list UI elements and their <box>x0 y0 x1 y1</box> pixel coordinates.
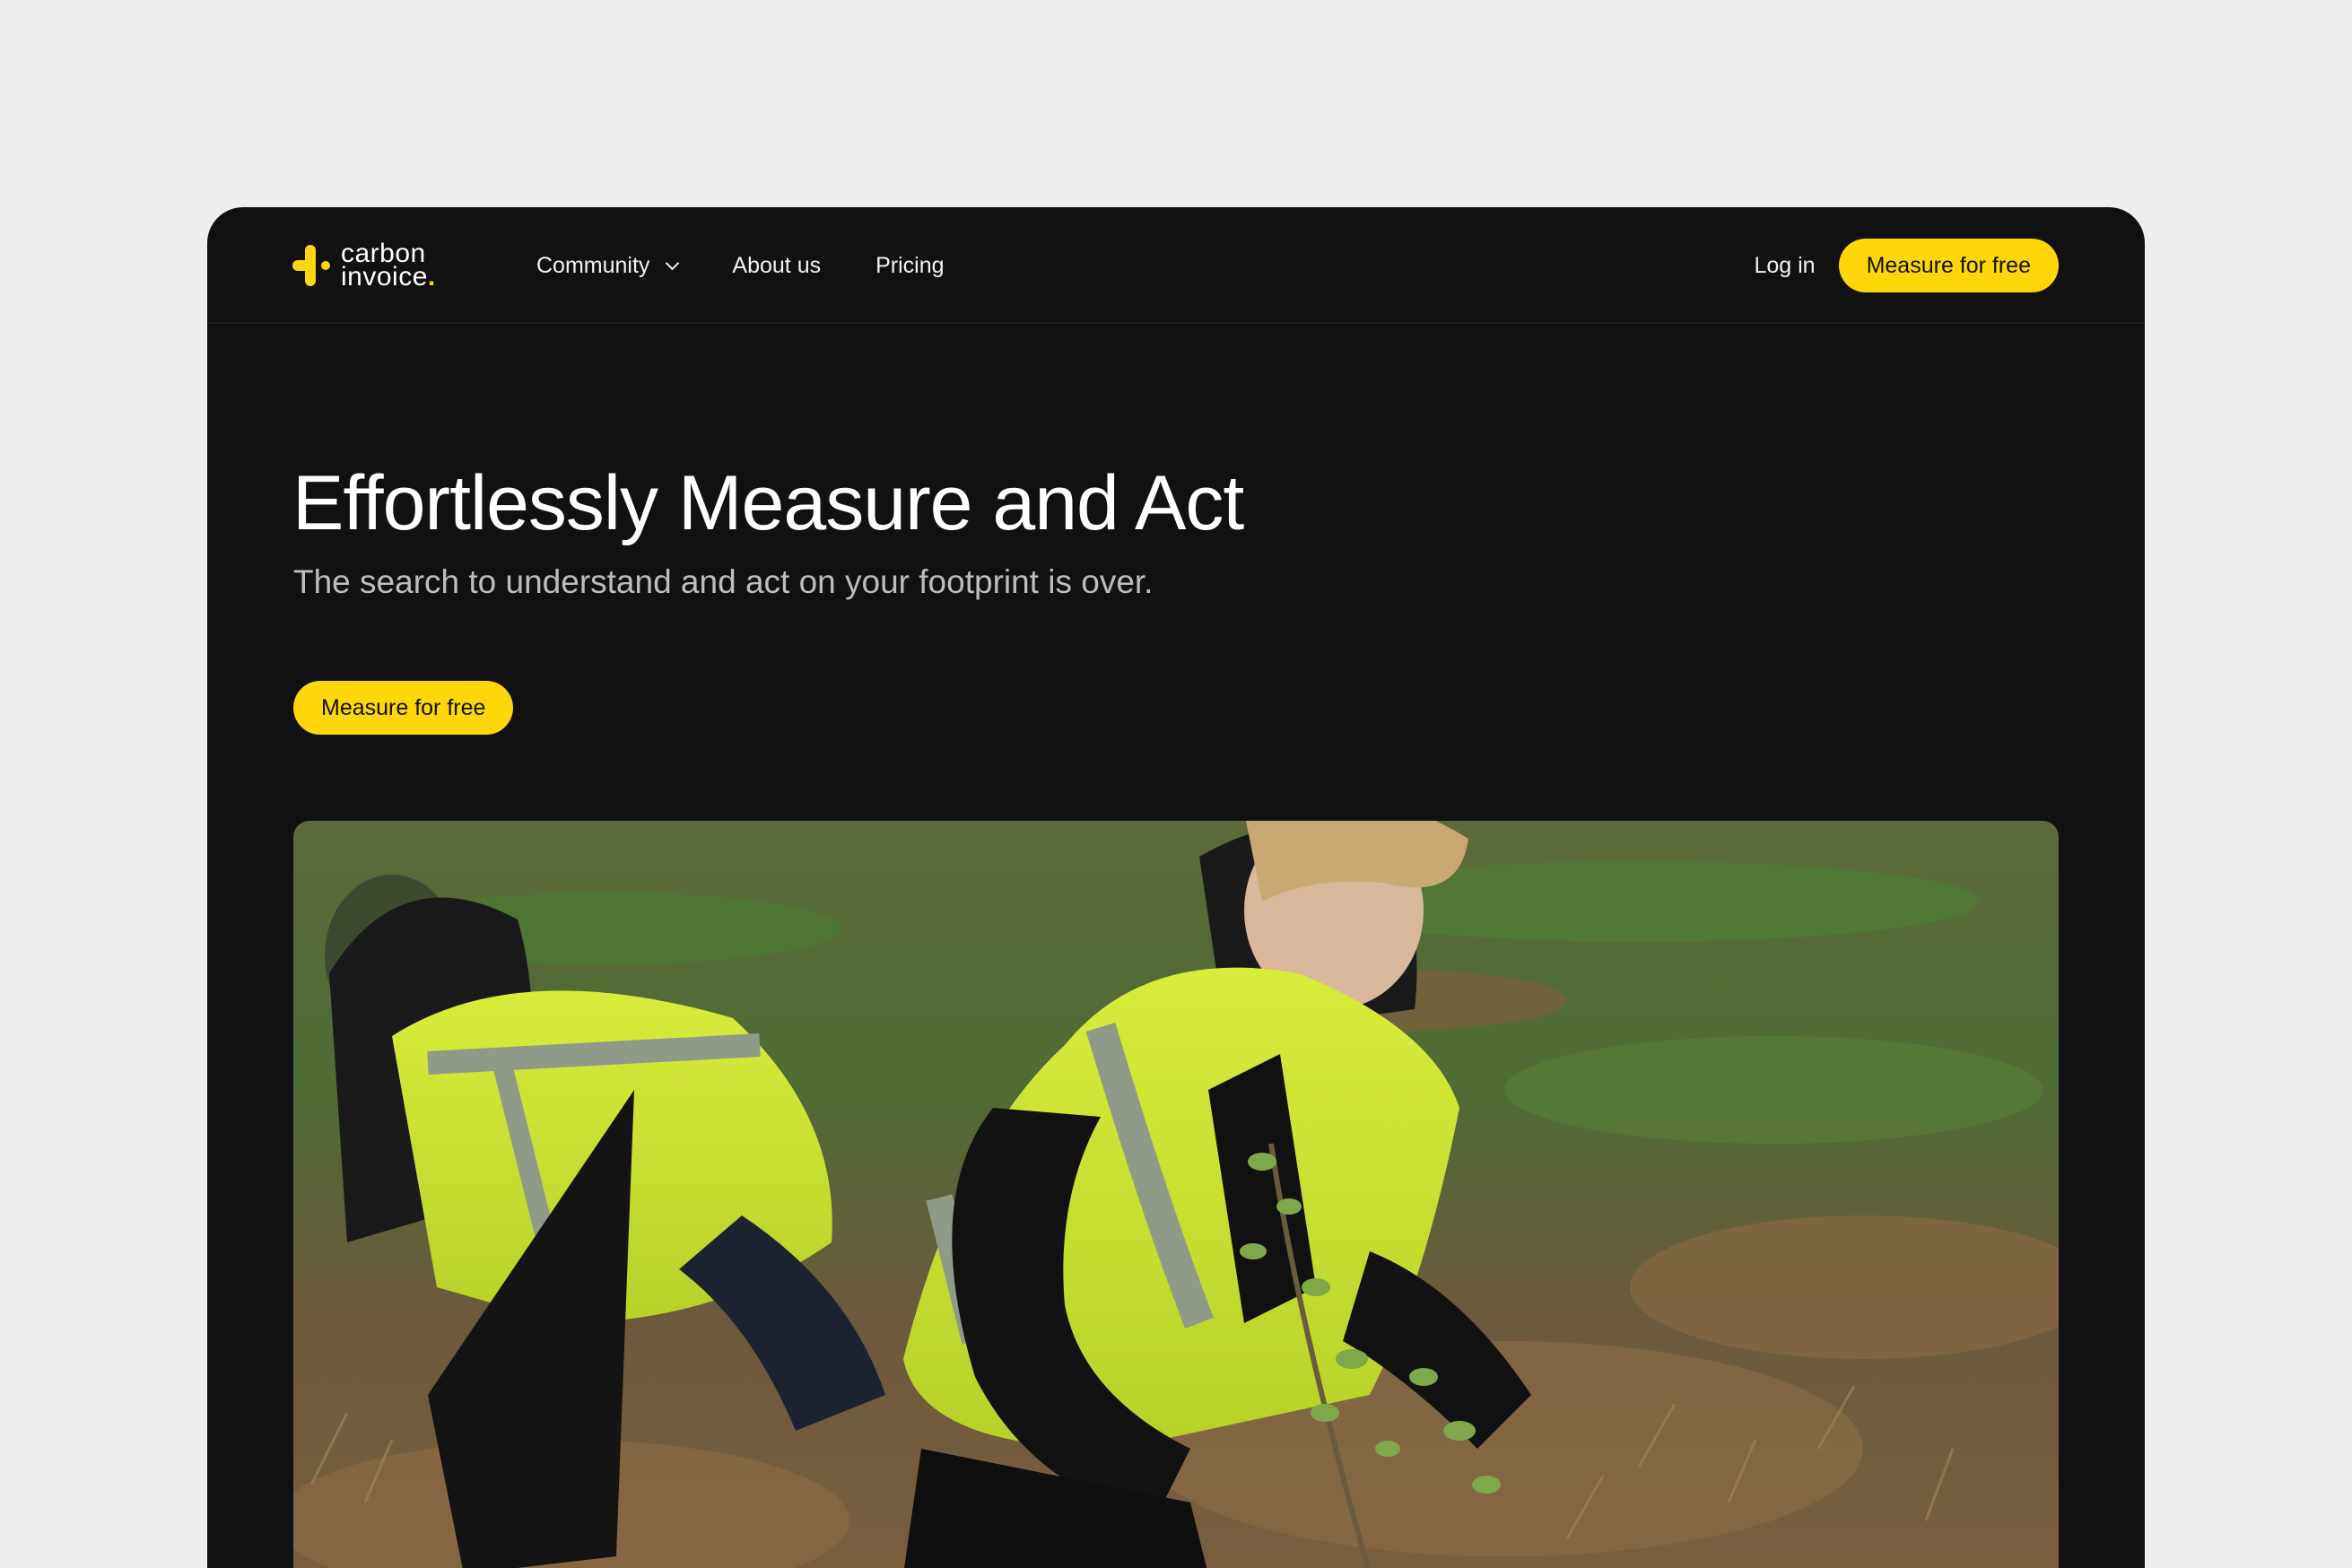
nav-actions: Log in Measure for free <box>1754 207 2059 324</box>
plus-logo-icon <box>292 245 330 286</box>
hero-cta-wrapper: Measure for free <box>293 681 514 735</box>
nav-measure-button[interactable]: Measure for free <box>1838 239 2059 292</box>
nav-item-about-us[interactable]: About us <box>732 253 821 279</box>
brand-dot: . <box>427 262 436 292</box>
hero-photo <box>293 821 2059 1568</box>
brand-logo[interactable]: carbon invoice. <box>292 238 436 293</box>
nav-item-pricing-label: Pricing <box>875 252 945 278</box>
hero-subtitle: The search to understand and act on your… <box>293 563 1154 600</box>
nav-item-about-label: About us <box>732 252 822 278</box>
hero-measure-button[interactable]: Measure for free <box>293 681 514 735</box>
tree-planting-photo-icon <box>293 821 2059 1568</box>
brand-line-2: invoice <box>341 262 428 292</box>
browser-frame: carbon invoice. Community About us Prici… <box>207 207 2145 1568</box>
hero-title: Effortlessly Measure and Act <box>292 460 1244 546</box>
top-navbar: carbon invoice. Community About us Prici… <box>207 207 2145 324</box>
chevron-down-icon <box>666 256 680 270</box>
nav-item-pricing[interactable]: Pricing <box>875 253 944 279</box>
nav-item-community-label: Community <box>536 252 650 278</box>
login-link[interactable]: Log in <box>1754 253 1815 279</box>
brand-wordmark: carbon invoice. <box>341 240 436 292</box>
nav-item-community[interactable]: Community <box>536 252 680 279</box>
main-nav: Community About us Pricing <box>536 207 999 324</box>
